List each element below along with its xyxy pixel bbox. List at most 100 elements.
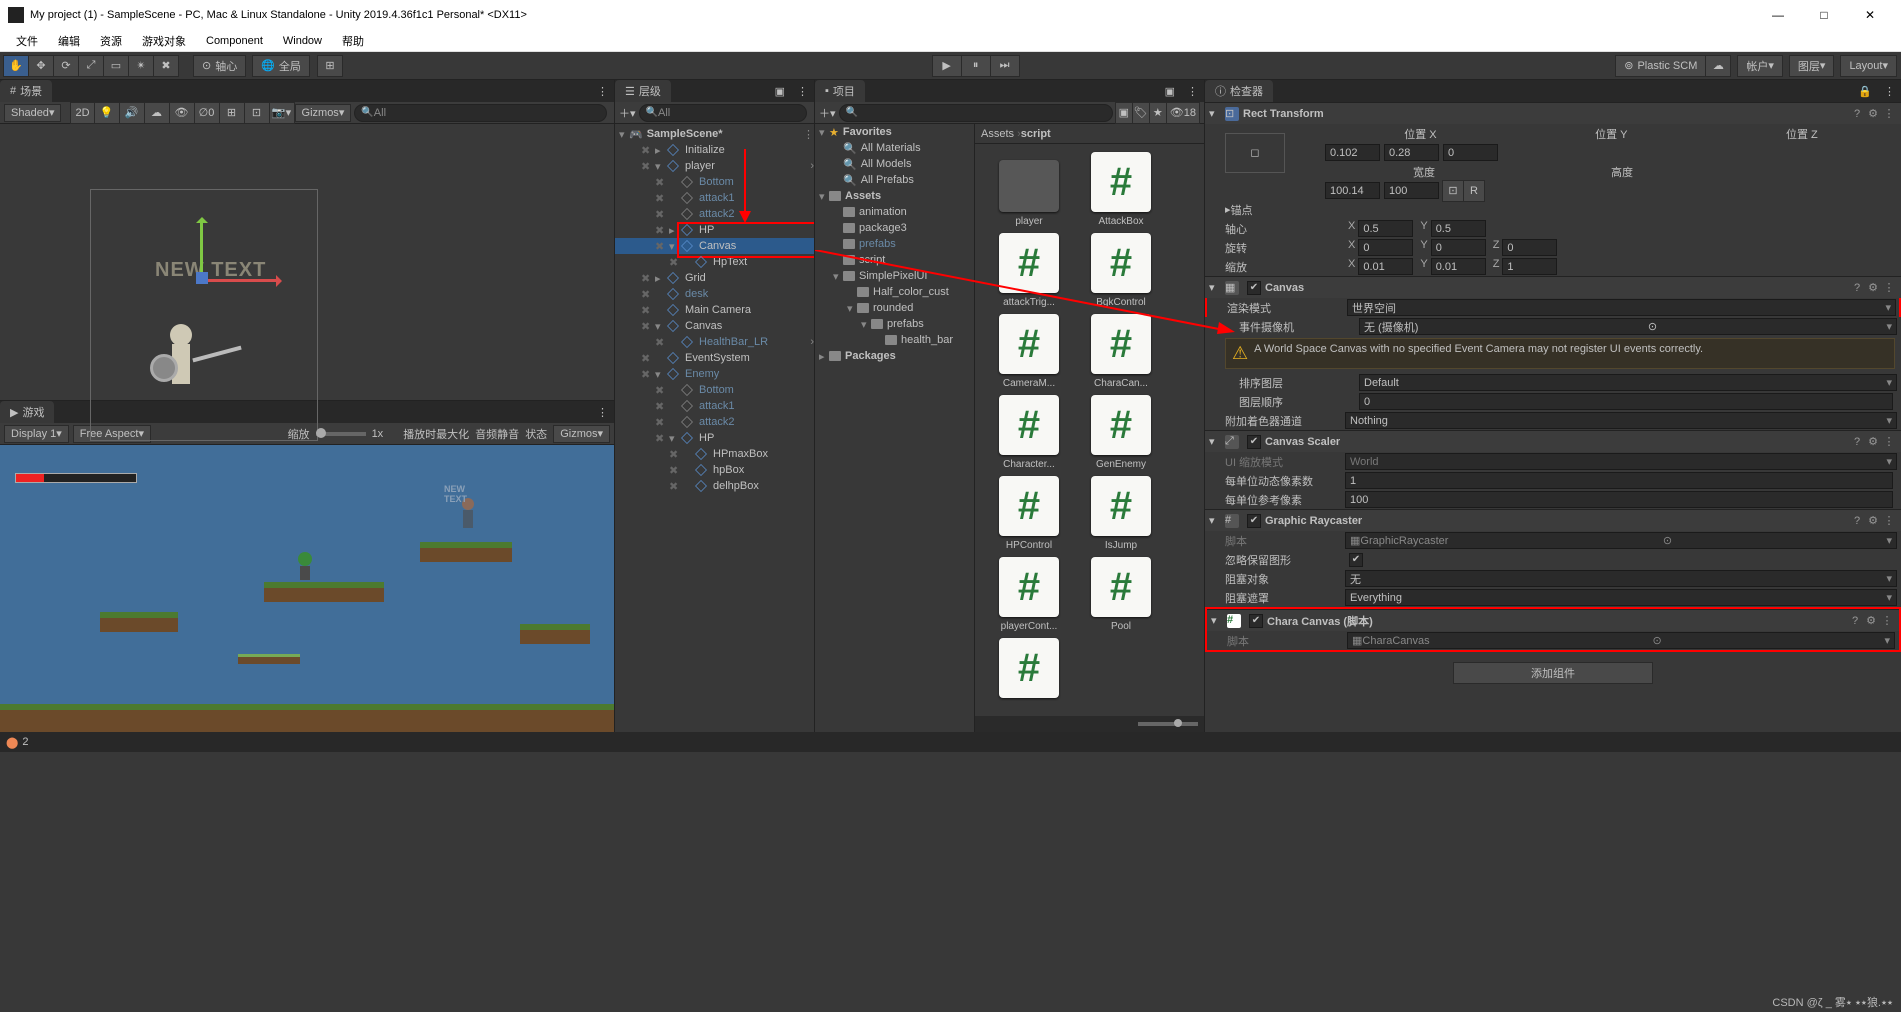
project-folder-package3[interactable]: package3 xyxy=(815,220,974,236)
canvas-scaler-enable-checkbox[interactable]: ✔ xyxy=(1247,435,1261,449)
menu-icon[interactable]: ⋮ xyxy=(1881,107,1897,120)
hierarchy-search[interactable]: 🔍 All xyxy=(639,104,807,122)
project-file-BgkControl[interactable]: #BgkControl xyxy=(1075,233,1167,308)
snap-toggle[interactable]: ⊞ xyxy=(317,55,343,77)
project-folder-packages[interactable]: ▸Packages xyxy=(815,348,974,364)
pos-y-input[interactable] xyxy=(1384,144,1439,161)
project-tab[interactable]: ▪ 项目 xyxy=(815,80,865,102)
blocking-objects-dropdown[interactable]: 无 xyxy=(1345,570,1897,587)
raycaster-enable-checkbox[interactable]: ✔ xyxy=(1247,514,1261,528)
project-folder-half_color_cust[interactable]: Half_color_cust xyxy=(815,284,974,300)
scene-tab[interactable]: # 场景 xyxy=(0,80,52,102)
scene-view[interactable]: NEW TEXT xyxy=(0,124,614,400)
hierarchy-item-hpbox[interactable]: ✖hpBox xyxy=(615,462,814,478)
project-folder-assets[interactable]: ▾Assets xyxy=(815,188,974,204)
hierarchy-item-hpmaxbox[interactable]: ✖HPmaxBox xyxy=(615,446,814,462)
custom-tool-button[interactable]: ✖ xyxy=(153,55,179,77)
hierarchy-item-desk[interactable]: ✖desk xyxy=(615,286,814,302)
chara-enable-checkbox[interactable]: ✔ xyxy=(1249,614,1263,628)
hierarchy-item-attack2[interactable]: ✖attack2 xyxy=(615,414,814,430)
hierarchy-item-healthbar_lr[interactable]: ✖HealthBar_LR› xyxy=(615,334,814,350)
shader-channels-dropdown[interactable]: Nothing xyxy=(1345,412,1897,429)
help-icon[interactable]: ? xyxy=(1849,108,1865,120)
hierarchy-item-canvas[interactable]: ✖▾Canvas xyxy=(615,238,814,254)
hierarchy-item-hptext[interactable]: ✖HpText xyxy=(615,254,814,270)
hierarchy-item-attack2[interactable]: ✖attack2 xyxy=(615,206,814,222)
hierarchy-add-button[interactable]: ＋▾ xyxy=(619,105,636,121)
ref-pixels-input[interactable] xyxy=(1345,491,1893,508)
project-file-IsJump[interactable]: #IsJump xyxy=(1075,476,1167,551)
project-file-CharaCan...[interactable]: #CharaCan... xyxy=(1075,314,1167,389)
rot-y-input[interactable] xyxy=(1431,239,1486,256)
preset-icon[interactable]: ⚙ xyxy=(1865,107,1881,120)
mute-toggle[interactable]: 音频静音 xyxy=(475,426,519,442)
hierarchy-tab-menu[interactable]: ⋮ xyxy=(791,85,814,98)
render-mode-dropdown[interactable]: 世界空间 xyxy=(1347,299,1896,316)
scene-search[interactable]: 🔍 All xyxy=(354,104,607,122)
hierarchy-expand-icon[interactable]: ▣ xyxy=(769,85,791,98)
shading-dropdown[interactable]: Shaded ▾ xyxy=(4,104,61,122)
maximize-toggle[interactable]: 播放时最大化 xyxy=(403,426,469,442)
menu-gameobject[interactable]: 游戏对象 xyxy=(132,30,196,52)
project-folder-health_bar[interactable]: health_bar xyxy=(815,332,974,348)
plastic-scm-button[interactable]: ⊚ Plastic SCM xyxy=(1615,55,1706,77)
project-file-CameraM...[interactable]: #CameraM... xyxy=(983,314,1075,389)
chara-canvas-header[interactable]: ▾#✔Chara Canvas (脚本)?⚙⋮ xyxy=(1207,609,1899,631)
menu-help[interactable]: 帮助 xyxy=(332,30,374,52)
scale-tool-button[interactable]: ⤢ xyxy=(78,55,104,77)
camera-icon[interactable]: 📷▾ xyxy=(269,102,295,124)
display-dropdown[interactable]: Display 1 ▾ xyxy=(4,425,69,443)
rect-transform-header[interactable]: ▾⊡Rect Transform?⚙⋮ xyxy=(1205,102,1901,124)
project-file-Pool[interactable]: #Pool xyxy=(1075,557,1167,632)
snap-icon[interactable]: ⊡ xyxy=(244,102,270,124)
gizmos-dropdown[interactable]: Gizmos ▾ xyxy=(295,104,352,122)
global-toggle[interactable]: 🌐 全局 xyxy=(252,55,310,77)
hierarchy-item-hp[interactable]: ✖▾HP xyxy=(615,430,814,446)
project-folder-animation[interactable]: animation xyxy=(815,204,974,220)
project-file-Character...[interactable]: #Character... xyxy=(983,395,1075,470)
graphic-raycaster-header[interactable]: ▾#✔Graphic Raycaster?⚙⋮ xyxy=(1205,509,1901,531)
filter-label-icon[interactable]: 🏷 xyxy=(1132,102,1150,124)
game-view[interactable]: NEW TEXT xyxy=(0,445,614,732)
cloud-button[interactable]: ☁ xyxy=(1705,55,1731,77)
rotate-tool-button[interactable]: ⟳ xyxy=(53,55,79,77)
project-tab-menu[interactable]: ⋮ xyxy=(1181,85,1204,98)
stats-toggle[interactable]: 状态 xyxy=(525,426,547,442)
scene-root[interactable]: ▾🎮SampleScene*⋮ xyxy=(615,126,814,142)
canvas-scaler-header[interactable]: ▾⤢✔Canvas Scaler?⚙⋮ xyxy=(1205,430,1901,452)
2d-toggle[interactable]: 2D xyxy=(70,102,94,124)
hierarchy-item-enemy[interactable]: ✖▾Enemy xyxy=(615,366,814,382)
filter-type-icon[interactable]: ▣ xyxy=(1115,102,1133,124)
ignore-reversed-checkbox[interactable]: ✔ xyxy=(1349,553,1363,567)
inspector-tab-menu[interactable]: ⋮ xyxy=(1878,85,1901,98)
pivot-toggle[interactable]: ⊙ 轴心 xyxy=(193,55,246,77)
transform-tool-button[interactable]: ✴ xyxy=(128,55,154,77)
play-button[interactable]: ▶ xyxy=(932,55,962,77)
dyn-pixels-input[interactable] xyxy=(1345,472,1893,489)
lighting-icon[interactable]: 💡 xyxy=(94,102,120,124)
rot-z-input[interactable] xyxy=(1502,239,1557,256)
anchor-preset-button[interactable]: ◻ xyxy=(1225,133,1285,173)
project-file-attackTrig...[interactable]: #attackTrig... xyxy=(983,233,1075,308)
canvas-header[interactable]: ▾▦✔Canvas?⚙⋮ xyxy=(1205,276,1901,298)
project-folder-script[interactable]: script xyxy=(815,252,974,268)
project-file-playerCont...[interactable]: #playerCont... xyxy=(983,557,1075,632)
scale-z-input[interactable] xyxy=(1502,258,1557,275)
project-folder-prefabs[interactable]: prefabs xyxy=(815,236,974,252)
hierarchy-item-attack1[interactable]: ✖attack1 xyxy=(615,398,814,414)
menu-window[interactable]: Window xyxy=(273,32,332,50)
step-button[interactable]: ⏭ xyxy=(990,55,1020,77)
filter-fav-icon[interactable]: ★ xyxy=(1149,102,1167,124)
blueprint-icon[interactable]: ⊡ xyxy=(1442,180,1464,202)
pause-button[interactable]: ⏸ xyxy=(961,55,991,77)
raw-edit-icon[interactable]: R xyxy=(1463,180,1485,202)
status-bar[interactable]: ⬤2 xyxy=(0,732,1901,752)
project-expand-icon[interactable]: ▣ xyxy=(1159,85,1181,98)
project-size-slider[interactable] xyxy=(1138,722,1198,726)
hand-tool-button[interactable]: ✋ xyxy=(3,55,29,77)
hierarchy-item-player[interactable]: ✖▾player› xyxy=(615,158,814,174)
pos-x-input[interactable] xyxy=(1325,144,1380,161)
height-input[interactable] xyxy=(1384,182,1439,199)
hierarchy-item-eventsystem[interactable]: ✖EventSystem xyxy=(615,350,814,366)
add-component-button[interactable]: 添加组件 xyxy=(1453,662,1653,684)
